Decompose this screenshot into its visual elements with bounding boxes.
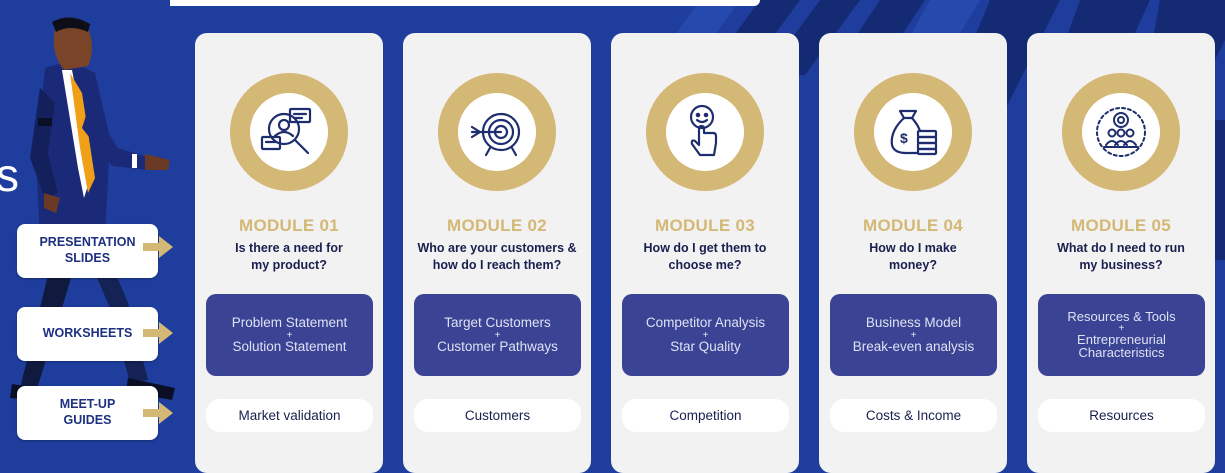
icon-badge xyxy=(646,73,764,191)
module-card-03[interactable]: MODULE 03 How do I get them to choose me… xyxy=(611,33,799,473)
worksheets-button[interactable]: WORKSHEETS xyxy=(17,307,158,361)
module-topic-2: Star Quality xyxy=(670,338,741,354)
module-topic-2: Break-even analysis xyxy=(852,338,975,354)
market-research-icon xyxy=(260,107,312,155)
icon-badge: $ xyxy=(854,73,972,191)
module-topics-box: Target Customers + Customer Pathways xyxy=(414,294,581,376)
arrow-right-icon xyxy=(143,236,173,258)
svg-text:$: $ xyxy=(900,130,908,146)
arrow-right-icon xyxy=(143,322,173,344)
meet-up-guides-button[interactable]: MEET-UP GUIDES xyxy=(17,386,158,440)
businessman-illustration xyxy=(10,17,175,400)
module-card-02[interactable]: MODULE 02 Who are your customers & how d… xyxy=(403,33,591,473)
module-pill[interactable]: Customers xyxy=(414,399,581,432)
module-title: MODULE 04 xyxy=(863,216,963,235)
module-topic-2: Solution Statement xyxy=(232,338,347,354)
module-topic-1: Problem Statement xyxy=(231,315,348,331)
target-icon xyxy=(470,112,521,157)
module-question: How do I get them to choose me? xyxy=(643,241,767,272)
finger-choice-icon xyxy=(689,104,718,157)
module-topics-box: Problem Statement + Solution Statement xyxy=(206,294,373,376)
icon-badge xyxy=(1062,73,1180,191)
top-bar xyxy=(170,0,760,6)
module-topic-2: Entrepreneurial Characteristics xyxy=(1077,331,1166,361)
module-topic-2: Customer Pathways xyxy=(437,338,558,354)
module-question: How do I make money? xyxy=(869,241,957,272)
presentation-slides-label: PRESENTATION SLIDES xyxy=(39,235,136,265)
module-pill[interactable]: Costs & Income xyxy=(830,399,997,432)
module-question: Is there a need for my product? xyxy=(235,241,343,272)
arrow-right-icon xyxy=(143,402,173,424)
module-topics-box: Business Model + Break-even analysis xyxy=(830,294,997,376)
module-pill[interactable]: Resources xyxy=(1038,399,1205,432)
module-topic-1: Competitor Analysis xyxy=(645,315,766,331)
module-topics-box: Resources & Tools + Entrepreneurial Char… xyxy=(1038,294,1205,376)
module-topics-box: Competitor Analysis + Star Quality xyxy=(622,294,789,376)
module-title: MODULE 02 xyxy=(447,216,547,235)
module-question: What do I need to run my business? xyxy=(1057,241,1185,272)
money-bag-icon: $ xyxy=(890,109,938,156)
icon-badge xyxy=(230,73,348,191)
team-gear-icon xyxy=(1096,107,1146,157)
module-card-04[interactable]: $ MODULE 04 How do I make money? Busines… xyxy=(819,33,1007,473)
module-question: Who are your customers & how do I reach … xyxy=(417,241,577,272)
module-card-01[interactable]: MODULE 01 Is there a need for my product… xyxy=(195,33,383,473)
module-pill[interactable]: Market validation xyxy=(206,399,373,432)
module-card-05[interactable]: MODULE 05 What do I need to run my busin… xyxy=(1027,33,1215,473)
module-title: MODULE 01 xyxy=(239,216,339,235)
icon-badge xyxy=(438,73,556,191)
module-title: MODULE 05 xyxy=(1071,216,1171,235)
module-pill[interactable]: Competition xyxy=(622,399,789,432)
module-title: MODULE 03 xyxy=(655,216,755,235)
meet-up-guides-label: MEET-UP GUIDES xyxy=(59,397,116,427)
module-topic-1: Target Customers xyxy=(444,315,551,331)
module-topic-1: Resources & Tools xyxy=(1067,309,1176,325)
presentation-slides-button[interactable]: PRESENTATION SLIDES xyxy=(17,224,158,278)
module-topic-1: Business Model xyxy=(865,315,962,331)
worksheets-label: WORKSHEETS xyxy=(42,326,133,341)
